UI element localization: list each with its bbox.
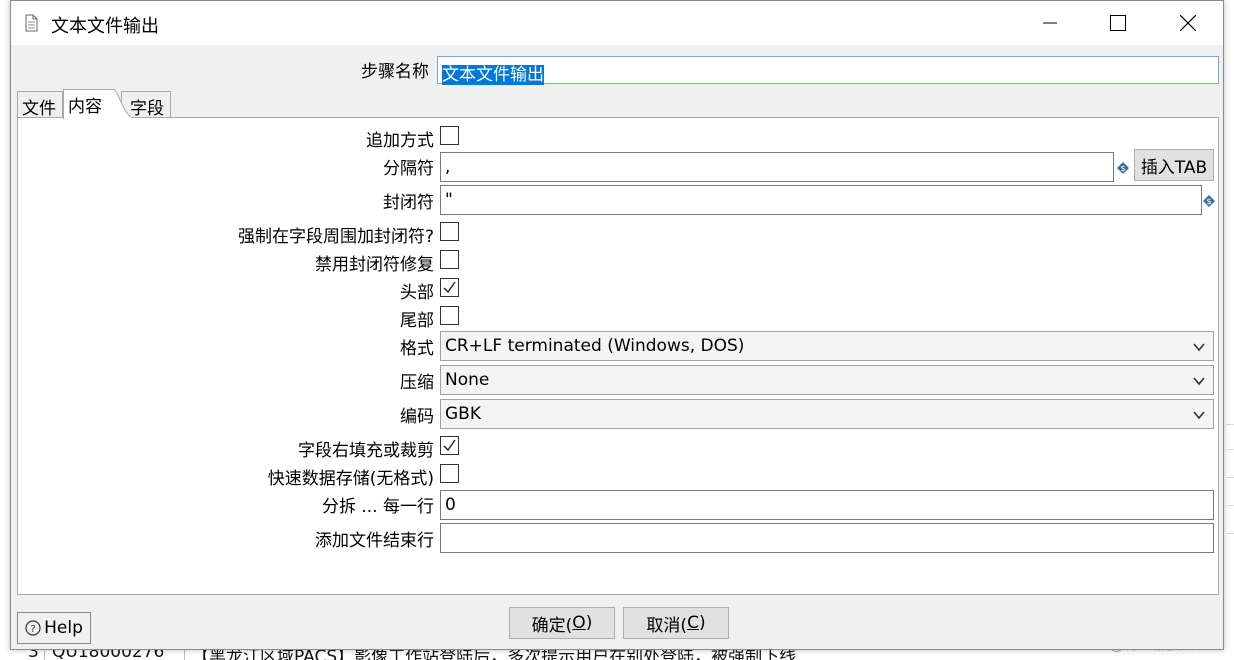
step-name-label: 步骤名称 [361,62,429,82]
cancel-label-text: 取消( [646,615,688,636]
header-label: 头部 [400,283,434,303]
help-icon: ? [25,620,41,636]
encoding-value: GBK [445,404,481,424]
cancel-label-end: ) [698,613,706,633]
chevron-down-icon [1193,411,1205,420]
ok-mnemonic: O [572,613,586,633]
separator-value: , [445,157,451,177]
format-value: CR+LF terminated (Windows, DOS) [445,336,745,356]
disable-enclosure-fix-label: 禁用封闭符修复 [315,255,434,275]
encoding-select[interactable]: GBK [440,399,1214,429]
background-gridline [1226,449,1234,450]
tab-content-label: 内容 [68,97,102,117]
append-label: 追加方式 [366,131,434,151]
background-gridline [1226,424,1234,425]
background-gridline [1226,505,1234,506]
tab-file[interactable]: 文件 [17,91,63,119]
separator-input[interactable]: , [440,152,1114,182]
split-every-label: 分拆 ... 每一行 [321,497,434,517]
header-checkbox[interactable] [440,278,459,297]
encoding-label: 编码 [400,407,434,427]
svg-text:$: $ [1120,164,1125,173]
ok-button[interactable]: 确定(O) [509,607,615,639]
fast-dump-label: 快速数据存储(无格式) [267,469,434,489]
disable-enclosure-fix-checkbox[interactable] [440,250,459,269]
separator-label: 分隔符 [383,159,434,179]
step-name-value: 文本文件输出 [442,65,544,85]
svg-text:?: ? [30,624,35,635]
document-icon [23,13,39,33]
tab-slant-decoration [113,89,131,119]
maximize-button[interactable] [1095,1,1141,45]
force-enclosure-label: 强制在字段周围加封闭符? [237,227,434,247]
content-panel: 追加方式 分隔符 , $ 插入TAB 封闭符 " $ 强制在字段周围加封闭符? … [17,117,1219,595]
enclosure-label: 封闭符 [383,193,434,213]
window-title: 文本文件输出 [51,16,159,37]
tab-content[interactable]: 内容 [63,89,115,119]
split-every-value: 0 [445,495,456,515]
footer-checkbox[interactable] [440,306,459,325]
minimize-icon [1043,16,1057,30]
close-icon [1180,15,1196,31]
compression-select[interactable]: None [440,365,1214,395]
compression-value: None [445,370,490,390]
ok-label-end: ) [585,613,593,633]
minimize-button[interactable] [1027,1,1073,45]
close-button[interactable] [1165,1,1211,45]
background-gridline [1226,533,1234,534]
step-name-input[interactable]: 文本文件输出 [437,56,1219,85]
variable-diamond-icon[interactable]: $ [1116,160,1130,174]
format-label: 格式 [400,339,434,359]
checkmark-icon [443,281,456,294]
background-gridline [1226,477,1234,478]
tab-fields-label: 字段 [130,99,164,119]
text-file-output-dialog: 文本文件输出 步骤名称 文本文件输出 文件 内容 字段 追加方式 分隔符 , $… [10,0,1224,650]
end-line-input[interactable] [440,523,1214,553]
help-button[interactable]: ? Help [17,612,91,644]
cancel-button[interactable]: 取消(C) [623,607,729,639]
svg-text:$: $ [1206,197,1211,206]
ok-label-text: 确定( [531,615,573,636]
enclosure-input[interactable]: " [440,185,1202,215]
footer-label: 尾部 [400,311,434,331]
tab-file-label: 文件 [22,99,56,119]
format-select[interactable]: CR+LF terminated (Windows, DOS) [440,331,1214,361]
insert-tab-button[interactable]: 插入TAB [1134,149,1214,181]
end-line-label: 添加文件结束行 [315,531,434,551]
insert-tab-label: 插入TAB [1140,157,1208,178]
cancel-mnemonic: C [687,613,699,633]
chevron-down-icon [1193,343,1205,352]
title-bar: 文本文件输出 [11,1,1223,45]
enclosure-value: " [445,190,453,210]
right-pad-label: 字段右填充或裁剪 [298,441,434,461]
maximize-icon [1110,15,1126,31]
force-enclosure-checkbox[interactable] [440,222,459,241]
split-every-input[interactable]: 0 [440,490,1214,520]
chevron-down-icon [1193,377,1205,386]
append-checkbox[interactable] [440,126,459,145]
checkmark-icon [443,439,456,452]
background-area [1224,0,1234,660]
variable-diamond-icon[interactable]: $ [1202,193,1216,207]
help-label: Help [44,618,83,638]
right-pad-checkbox[interactable] [440,436,459,455]
compression-label: 压缩 [400,373,434,393]
fast-dump-checkbox[interactable] [440,464,459,483]
